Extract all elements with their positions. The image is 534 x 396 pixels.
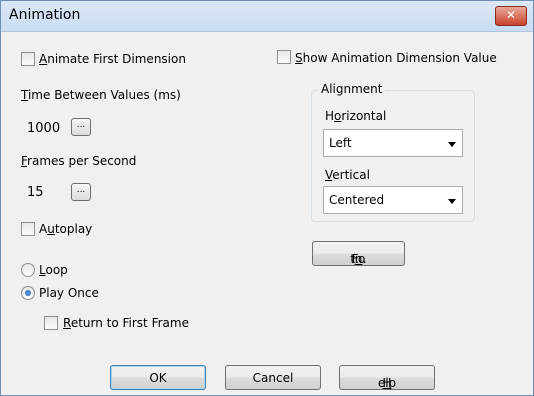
cancel-button[interactable]: Cancel	[225, 365, 321, 390]
time-between-values-input[interactable]: 1000	[20, 115, 70, 141]
time-between-values-label: Time Between Values (ms)	[21, 88, 181, 102]
title-bar: Animation ✕	[1, 1, 533, 32]
chevron-down-icon	[448, 199, 456, 204]
alignment-group-title: Alignment	[318, 82, 386, 96]
return-to-first-frame-checkbox[interactable]	[44, 316, 58, 330]
frames-per-second-input[interactable]: 15	[20, 179, 70, 205]
horizontal-label: Horizontal	[325, 109, 387, 123]
frames-per-second-browse-button[interactable]: ...	[71, 183, 91, 201]
animation-dialog: Animation ✕ Animate First Dimension Show…	[0, 0, 534, 396]
chevron-down-icon	[448, 142, 456, 147]
frames-per-second-value: 15	[27, 185, 44, 200]
vertical-label: Vertical	[325, 168, 370, 182]
autoplay-label[interactable]: Autoplay	[39, 222, 92, 236]
play-once-radio[interactable]	[21, 286, 35, 300]
ok-button-label: OK	[149, 371, 167, 385]
loop-label[interactable]: Loop	[39, 263, 68, 277]
animate-first-dimension-label[interactable]: Animate First Dimension	[39, 52, 186, 66]
show-animation-dimension-value-checkbox[interactable]	[277, 50, 291, 64]
play-once-label[interactable]: Play Once	[39, 286, 99, 300]
frames-per-second-label: Frames per Second	[21, 154, 137, 168]
vertical-alignment-value: Centered	[329, 193, 385, 207]
loop-radio[interactable]	[21, 263, 35, 277]
time-between-values-value: 1000	[27, 121, 61, 136]
close-button[interactable]: ✕	[495, 6, 527, 26]
horizontal-alignment-select[interactable]: Left	[323, 129, 463, 157]
animate-first-dimension-checkbox[interactable]	[21, 52, 35, 66]
font-button[interactable]: Fo n t...	[312, 241, 405, 266]
horizontal-alignment-value: Left	[329, 136, 352, 150]
dialog-title: Animation	[9, 7, 81, 23]
time-between-values-browse-button[interactable]: ...	[71, 118, 91, 136]
cancel-button-label: Cancel	[252, 371, 294, 385]
help-button[interactable]: Help	[339, 365, 435, 390]
vertical-alignment-select[interactable]: Centered	[323, 186, 463, 214]
autoplay-checkbox[interactable]	[21, 222, 35, 236]
show-animation-dimension-value-label[interactable]: Show Animation Dimension Value	[295, 51, 497, 65]
return-to-first-frame-label[interactable]: Return to First Frame	[63, 316, 189, 330]
close-icon: ✕	[505, 8, 517, 22]
radio-selected-dot	[25, 290, 31, 296]
ok-button[interactable]: OK	[110, 365, 206, 390]
